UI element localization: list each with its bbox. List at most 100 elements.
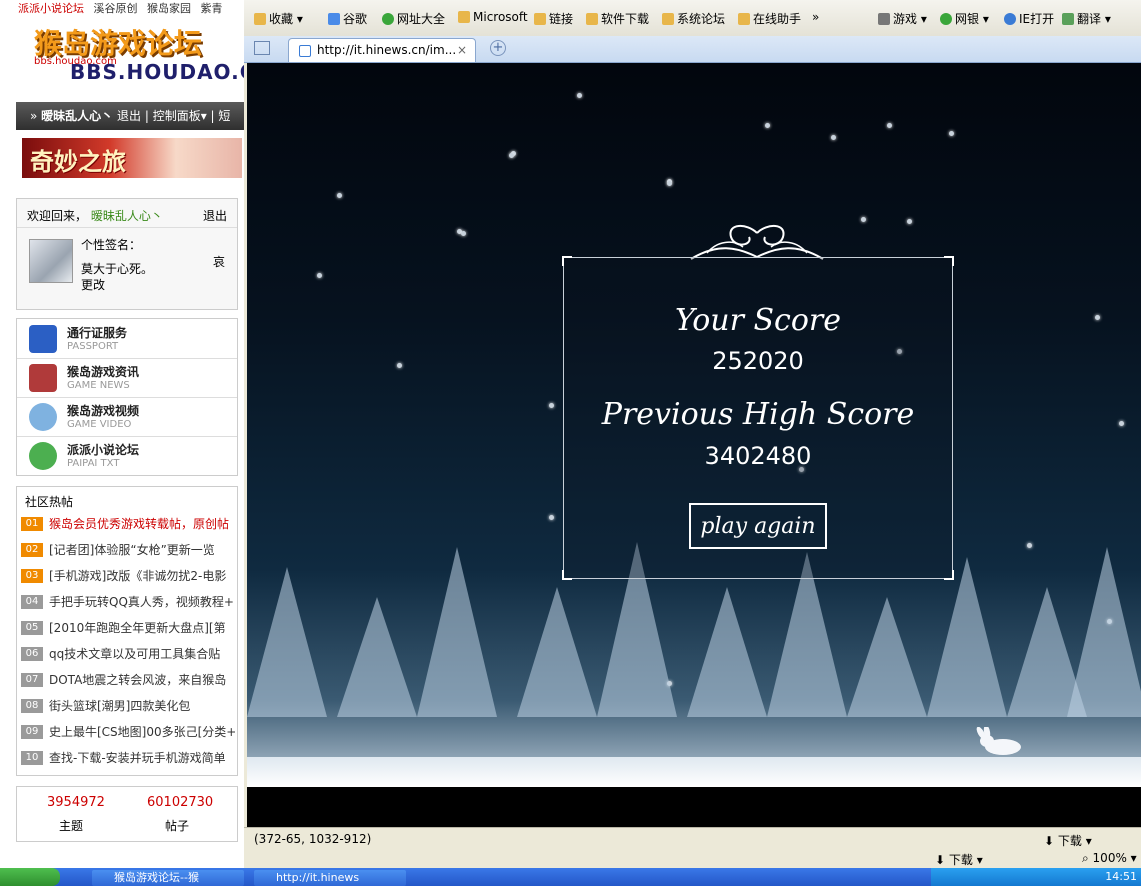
tree — [417, 547, 497, 717]
tree — [927, 557, 1007, 717]
fav-bank[interactable]: 网银 ▾ — [940, 10, 989, 27]
post-title[interactable]: [记者团]体验服“女枪”更新一览 — [49, 543, 215, 557]
welcome-logout[interactable]: 退出 — [203, 207, 227, 224]
folder-icon — [662, 13, 674, 25]
fav-url-directory[interactable]: 网址大全 — [382, 10, 445, 27]
post-title[interactable]: qq技术文章以及可用工具集合贴 — [49, 647, 220, 661]
services-panel: 通行证服务 PASSPORT 猴岛游戏资讯 GAME NEWS 猴岛游戏视频 G… — [16, 318, 238, 476]
fav-collect[interactable]: 收藏 ▾ — [254, 10, 303, 27]
hot-posts-title: 社区热帖 — [25, 495, 74, 509]
outer-download[interactable]: ⬇ 下载 ▾ — [935, 851, 983, 868]
rabbit-icon — [976, 727, 1021, 755]
tab-close-icon[interactable]: × — [457, 39, 467, 61]
fav-more-chevron[interactable]: » — [812, 10, 819, 24]
top-link-paipai[interactable]: 派派小说论坛 — [18, 2, 84, 15]
fav-system-forum[interactable]: 系统论坛 — [662, 10, 725, 27]
hot-posts-panel: 社区热帖 01 猴岛会员优秀游戏转载帖，原创帖 02 [记者团]体验服“女枪”更新一… — [16, 486, 238, 776]
post-title[interactable]: 查找-下载-安装并玩手机游戏简单 — [49, 751, 226, 765]
taskbar-item-forum[interactable]: 猴岛游戏论坛--猴 — [92, 870, 244, 886]
snowflake — [1119, 421, 1124, 426]
snowflake — [765, 123, 770, 128]
list-item[interactable]: 08 街头篮球[潮男]四款美化包 — [21, 697, 235, 723]
snowflake — [1095, 315, 1100, 320]
status-coords: (372-65, 1032-912) — [254, 832, 372, 846]
service-game-video[interactable]: 猴岛游戏视频 GAME VIDEO — [17, 397, 237, 437]
status-download[interactable]: ⬇ 下载 ▾ — [1044, 832, 1092, 849]
top-link-ziqing[interactable]: 紫青 — [201, 2, 223, 15]
new-tab-icon[interactable]: + — [490, 40, 506, 56]
userbar-username[interactable]: 暧昧乱人心丶 — [41, 109, 113, 123]
list-item[interactable]: 05 [2010年跑跑全年更新大盘点][第 — [21, 619, 235, 645]
snowflake — [667, 181, 672, 186]
fav-software[interactable]: 软件下载 — [586, 10, 649, 27]
snow-ground — [247, 757, 1141, 787]
list-item[interactable]: 10 查找-下载-安装并玩手机游戏简单 — [21, 749, 235, 775]
list-item[interactable]: 09 史上最牛[CS地图]00多张己[分类+ — [21, 723, 235, 749]
welcome-username[interactable]: 暧昧乱人心丶 — [91, 209, 163, 223]
post-title[interactable]: DOTA地震之转会风波，来自猴岛 — [49, 673, 226, 687]
tab-active[interactable]: http://it.hinews.cn/im... × — [288, 38, 476, 62]
topics-count: 3954972 — [47, 795, 105, 810]
passport-icon — [29, 325, 57, 353]
google-icon — [328, 13, 340, 25]
userbar-control-panel[interactable]: 控制面板 — [153, 109, 201, 123]
newspaper-icon — [29, 364, 57, 392]
game-viewport[interactable]: Your Score 252020 Previous High Score 34… — [247, 63, 1141, 827]
ie-icon — [1004, 13, 1016, 25]
logo-url: BBS.HOUDAO.COM — [70, 60, 244, 84]
signature-block: 个性签名： 莫大于心死。 更改 — [81, 237, 153, 293]
post-title[interactable]: [2010年跑跑全年更新大盘点][第 — [49, 621, 226, 635]
service-sub: PAIPAI TXT — [67, 458, 120, 469]
rank-badge: 06 — [21, 646, 43, 661]
snowflake — [831, 135, 836, 140]
service-game-news[interactable]: 猴岛游戏资讯 GAME NEWS — [17, 358, 237, 398]
welcome-greeting: 欢迎回来， — [27, 209, 88, 223]
list-item[interactable]: 04 手把手玩转QQ真人秀，视频教程+ — [21, 593, 235, 619]
rank-badge: 09 — [21, 724, 43, 739]
forum-top-links: 派派小说论坛 溪谷原创 猴岛家园 紫青 — [0, 0, 244, 18]
fav-games[interactable]: 游戏 ▾ — [878, 10, 927, 27]
list-item[interactable]: 07 DOTA地震之转会风波，来自猴岛 — [21, 671, 235, 697]
avatar[interactable] — [29, 239, 73, 283]
banner-ad[interactable]: 奇妙之旅 — [22, 138, 242, 178]
service-passport[interactable]: 通行证服务 PASSPORT — [17, 319, 237, 359]
welcome-line: 欢迎回来， 暧昧乱人心丶 — [27, 207, 163, 224]
service-title: 派派小说论坛 — [67, 443, 140, 457]
fav-microsoft[interactable]: Microsoft — [458, 10, 528, 24]
snowflake — [337, 193, 342, 198]
corner-icon — [562, 570, 572, 580]
post-title[interactable]: 街头篮球[潮男]四款美化包 — [49, 699, 190, 713]
snowflake — [949, 131, 954, 136]
service-paipai[interactable]: 派派小说论坛 PAIPAI TXT — [17, 436, 237, 475]
fav-online-helper[interactable]: 在线助手 — [738, 10, 801, 27]
sig-edit-link[interactable]: 更改 — [81, 277, 153, 293]
list-item[interactable]: 06 qq技术文章以及可用工具集合贴 — [21, 645, 235, 671]
snowflake — [1027, 543, 1032, 548]
post-title[interactable]: 猴岛会员优秀游戏转载帖，原创帖 — [49, 517, 229, 531]
fav-google[interactable]: 谷歌 — [328, 10, 367, 27]
sidebar-toggle-icon[interactable] — [254, 41, 270, 55]
userbar-logout[interactable]: 退出 — [117, 109, 141, 123]
sig-aside: 哀 — [212, 255, 225, 269]
service-sub: GAME NEWS — [67, 380, 130, 391]
play-again-button[interactable]: play again — [689, 503, 827, 549]
folder-icon — [738, 13, 750, 25]
forum-stats: 3954972 主题 60102730 帖子 — [16, 786, 238, 842]
post-title[interactable]: 史上最牛[CS地图]00多张己[分类+ — [49, 725, 235, 739]
fav-ie-open[interactable]: IE打开 — [1004, 10, 1054, 27]
score-value: 252020 — [712, 347, 804, 375]
score-label: Your Score — [675, 303, 841, 338]
top-link-xigu[interactable]: 溪谷原创 — [94, 2, 138, 15]
start-button[interactable] — [0, 868, 60, 886]
list-item[interactable]: 03 [手机游戏]改版《非诚勿扰2-电影 — [21, 567, 235, 593]
list-item[interactable]: 02 [记者团]体验服“女枪”更新一览 — [21, 541, 235, 567]
post-title[interactable]: [手机游戏]改版《非诚勿扰2-电影 — [49, 569, 226, 583]
fav-translate[interactable]: 翻译 ▾ — [1062, 10, 1111, 27]
top-link-home[interactable]: 猴岛家园 — [147, 2, 191, 15]
list-item[interactable]: 01 猴岛会员优秀游戏转载帖，原创帖 — [21, 515, 235, 541]
zoom-level[interactable]: ⌕ 100% ▾ — [1082, 851, 1137, 866]
fav-links[interactable]: 链接 — [534, 10, 573, 27]
taskbar-item-browser[interactable]: http://it.hinews — [254, 870, 406, 886]
userbar-extra[interactable]: 短 — [218, 109, 230, 123]
post-title[interactable]: 手把手玩转QQ真人秀，视频教程+ — [49, 595, 234, 609]
